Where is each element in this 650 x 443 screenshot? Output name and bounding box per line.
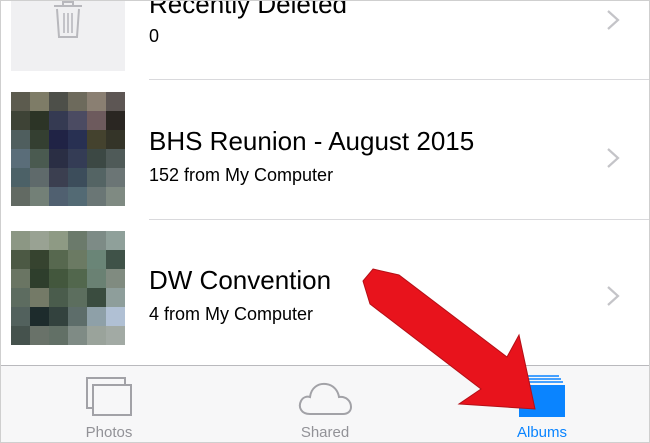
chevron-right-icon (607, 286, 620, 306)
album-thumbnail (11, 1, 125, 71)
trash-icon (54, 1, 82, 38)
album-count: 152 from My Computer (149, 165, 334, 185)
albums-icon (519, 375, 565, 417)
tab-photos[interactable]: Photos (39, 366, 179, 442)
albums-screen: Recently Deleted 0 BHS Reunion - August … (0, 0, 650, 443)
album-title: Recently Deleted (149, 0, 347, 19)
chevron-right-icon (607, 10, 620, 30)
album-count: 0 (149, 26, 160, 46)
album-count: 4 from My Computer (149, 304, 314, 324)
album-row-recently-deleted[interactable]: Recently Deleted 0 (1, 1, 649, 89)
album-row-bhs-reunion[interactable]: BHS Reunion - August 2015 152 from My Co… (1, 81, 649, 221)
tab-bar: Photos Shared Albums (1, 365, 649, 442)
tab-shared-label: Shared (300, 424, 350, 441)
chevron-right-icon (607, 148, 620, 168)
album-thumbnail (11, 231, 125, 345)
tab-shared[interactable]: Shared (255, 366, 395, 442)
tab-albums-label: Albums (516, 424, 568, 441)
tab-albums[interactable]: Albums (472, 366, 612, 442)
album-row-dw-convention[interactable]: DW Convention 4 from My Computer (1, 221, 649, 365)
album-thumbnail (11, 92, 125, 206)
album-title: DW Convention (149, 265, 332, 295)
album-title: BHS Reunion - August 2015 (149, 126, 475, 156)
row-divider (149, 219, 649, 220)
cloud-icon (298, 382, 353, 415)
row-divider (149, 79, 649, 80)
tab-photos-label: Photos (85, 424, 133, 441)
photos-stack-icon (86, 377, 132, 416)
